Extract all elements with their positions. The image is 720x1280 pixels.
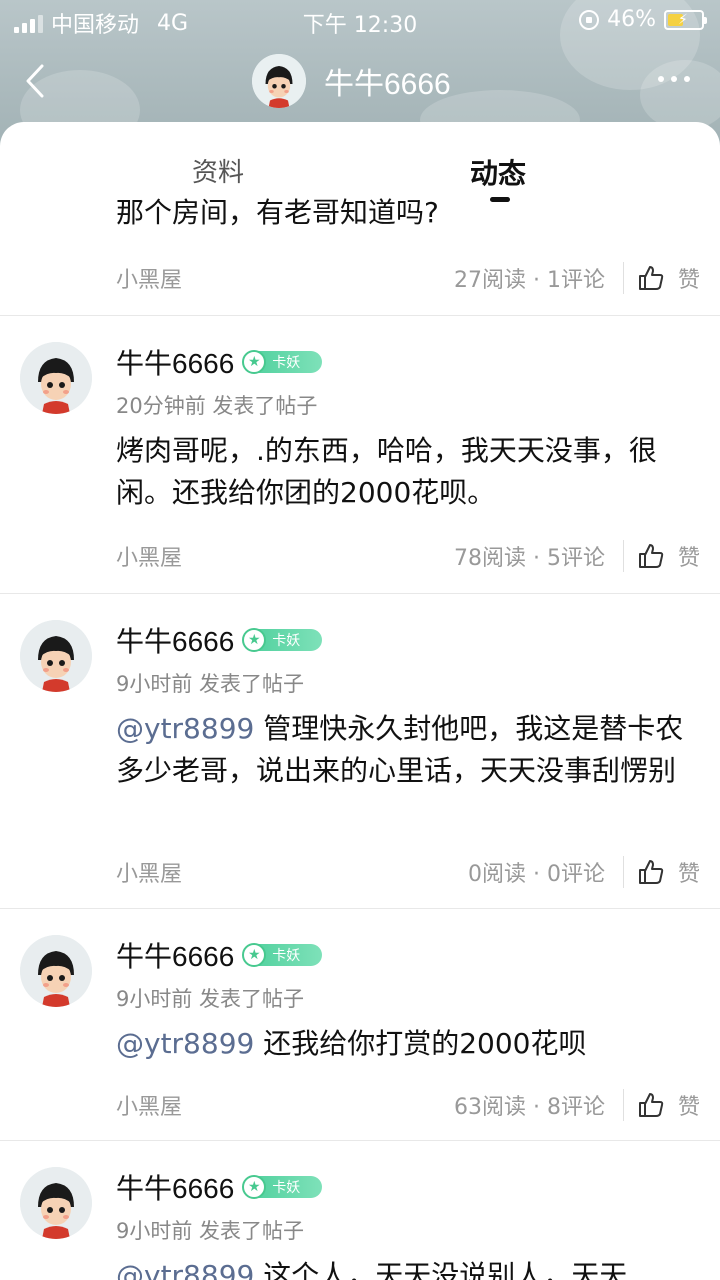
- star-icon: ★: [242, 350, 267, 374]
- like-icon: [638, 266, 664, 290]
- like-button[interactable]: 赞: [638, 856, 700, 888]
- battery-icon: ⚡: [664, 9, 707, 30]
- more-icon[interactable]: [658, 76, 690, 82]
- badge-label: 卡妖: [272, 948, 301, 964]
- post-footer: 小黑屋 27阅读 · 1评论 赞: [116, 258, 700, 298]
- post-meta: 9小时前 发表了帖子: [116, 672, 305, 696]
- post-stats: 63阅读 · 8评论: [454, 1095, 605, 1120]
- post-card[interactable]: 牛牛6666 ★ 卡妖 9小时前 发表了帖子 @ytr8899 这个人，天天没说…: [0, 1141, 720, 1280]
- divider: [622, 856, 624, 888]
- post-content: @ytr8899 这个人，天天没说别人，天天: [116, 1255, 686, 1280]
- nav-user[interactable]: 牛牛6666: [252, 54, 451, 108]
- topic-tag[interactable]: 小黑屋: [116, 856, 182, 888]
- like-label: 赞: [677, 546, 700, 571]
- like-button[interactable]: 赞: [638, 262, 700, 294]
- level-badge: ★ 卡妖: [242, 1175, 323, 1199]
- post-meta: 9小时前 发表了帖子: [116, 987, 305, 1011]
- nav-bar: 牛牛6666: [0, 46, 720, 116]
- badge-label: 卡妖: [272, 1180, 301, 1196]
- like-icon: [638, 860, 664, 884]
- divider: [622, 1089, 624, 1121]
- mention-link[interactable]: @ytr8899: [116, 712, 254, 745]
- divider: [622, 540, 624, 572]
- author-name[interactable]: 牛牛6666: [116, 620, 234, 660]
- like-label: 赞: [677, 862, 700, 887]
- topic-tag[interactable]: 小黑屋: [116, 262, 182, 294]
- content-sheet: 资料 动态 那个房间，有老哥知道吗? 小黑屋 27阅读 · 1评论 赞 牛牛66…: [0, 122, 720, 1280]
- topic-tag[interactable]: 小黑屋: [116, 1089, 182, 1121]
- star-icon: ★: [242, 628, 267, 652]
- post-footer: 小黑屋 0阅读 · 0评论 赞: [116, 852, 700, 892]
- post-feed: 牛牛6666 ★ 卡妖 20分钟前 发表了帖子 烤肉哥呢，.的东西，哈哈，我天天…: [0, 316, 720, 1280]
- post-footer: 小黑屋 78阅读 · 5评论 赞: [116, 536, 700, 576]
- post-text: 烤肉哥呢，.的东西，哈哈，我天天没事，很闲。还我给你团的2000花呗。: [116, 434, 657, 509]
- level-badge: ★ 卡妖: [242, 943, 323, 967]
- post-content: @ytr8899 管理快永久封他吧，我这是替卡农多少老哥，说出来的心里话，天天没…: [116, 708, 686, 792]
- avatar[interactable]: [20, 342, 92, 414]
- post-meta: 9小时前 发表了帖子: [116, 1219, 305, 1243]
- post-partial[interactable]: 那个房间，有老哥知道吗? 小黑屋 27阅读 · 1评论 赞: [0, 192, 720, 316]
- post-stats: 27阅读 · 1评论: [454, 268, 605, 293]
- post-card[interactable]: 牛牛6666 ★ 卡妖 9小时前 发表了帖子 @ytr8899 管理快永久封他吧…: [0, 594, 720, 909]
- star-icon: ★: [242, 943, 267, 967]
- topic-tag[interactable]: 小黑屋: [116, 540, 182, 572]
- like-button[interactable]: 赞: [638, 540, 700, 572]
- status-bar: 中国移动 4G 下午 12:30 46% ⚡: [0, 0, 720, 40]
- post-card[interactable]: 牛牛6666 ★ 卡妖 20分钟前 发表了帖子 烤肉哥呢，.的东西，哈哈，我天天…: [0, 316, 720, 594]
- star-icon: ★: [242, 1175, 267, 1199]
- mention-link[interactable]: @ytr8899: [116, 1259, 254, 1280]
- badge-label: 卡妖: [272, 355, 301, 371]
- nav-title: 牛牛6666: [324, 68, 451, 101]
- avatar[interactable]: [252, 54, 306, 108]
- rotation-lock-icon: [579, 9, 600, 30]
- post-content: 那个房间，有老哥知道吗?: [116, 196, 439, 229]
- author-name[interactable]: 牛牛6666: [116, 935, 234, 975]
- post-meta: 20分钟前 发表了帖子: [116, 394, 318, 418]
- author-name[interactable]: 牛牛6666: [116, 1167, 234, 1207]
- post-stats: 0阅读 · 0评论: [468, 862, 605, 887]
- post-footer: 小黑屋 63阅读 · 8评论 赞: [116, 1085, 700, 1125]
- author-name[interactable]: 牛牛6666: [116, 342, 234, 382]
- post-text: 还我给你打赏的2000花呗: [254, 1027, 587, 1060]
- badge-label: 卡妖: [272, 633, 301, 649]
- post-stats: 78阅读 · 5评论: [454, 546, 605, 571]
- like-icon: [638, 544, 664, 568]
- post-text: 这个人，天天没说别人，天天: [254, 1259, 628, 1280]
- back-icon[interactable]: [22, 64, 50, 98]
- post-content: 烤肉哥呢，.的东西，哈哈，我天天没事，很闲。还我给你团的2000花呗。: [116, 430, 686, 514]
- avatar[interactable]: [20, 935, 92, 1007]
- like-icon: [638, 1093, 664, 1117]
- like-label: 赞: [677, 1095, 700, 1120]
- level-badge: ★ 卡妖: [242, 350, 323, 374]
- avatar[interactable]: [20, 1167, 92, 1239]
- like-label: 赞: [677, 268, 700, 293]
- level-badge: ★ 卡妖: [242, 628, 323, 652]
- post-content: @ytr8899 还我给你打赏的2000花呗: [116, 1023, 686, 1065]
- mention-link[interactable]: @ytr8899: [116, 1027, 254, 1060]
- tab-profile[interactable]: 资料: [192, 152, 244, 189]
- like-button[interactable]: 赞: [638, 1089, 700, 1121]
- avatar[interactable]: [20, 620, 92, 692]
- divider: [622, 262, 624, 294]
- post-card[interactable]: 牛牛6666 ★ 卡妖 9小时前 发表了帖子 @ytr8899 还我给你打赏的2…: [0, 909, 720, 1141]
- battery-percent: 46%: [607, 7, 656, 32]
- tab-feed[interactable]: 动态: [470, 152, 526, 192]
